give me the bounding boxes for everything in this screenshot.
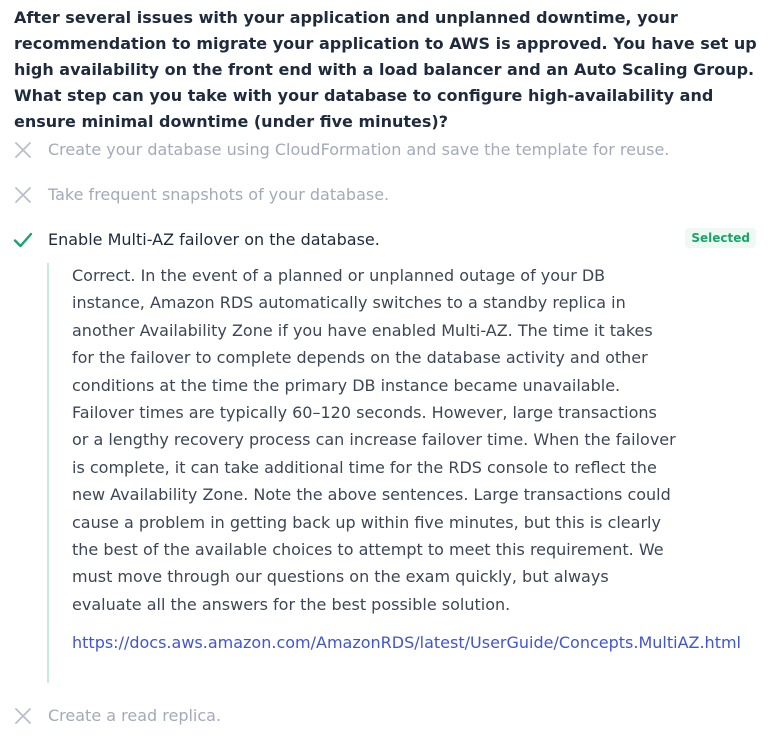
selected-badge: Selected bbox=[685, 228, 756, 248]
answer-option-label: Create your database using CloudFormatio… bbox=[48, 140, 670, 159]
check-icon bbox=[13, 230, 33, 250]
question-text: After several issues with your applicati… bbox=[14, 8, 757, 131]
answer-option-label: Enable Multi-AZ failover on the database… bbox=[48, 230, 380, 249]
explanation-text: Correct. In the event of a planned or un… bbox=[72, 266, 676, 614]
question-card: After several issues with your applicati… bbox=[0, 0, 768, 756]
x-icon bbox=[13, 140, 33, 160]
answer-option-1[interactable]: Create your database using CloudFormatio… bbox=[0, 136, 768, 164]
x-icon bbox=[13, 185, 33, 205]
answer-option-3[interactable]: Enable Multi-AZ failover on the database… bbox=[0, 226, 768, 254]
answer-option-2[interactable]: Take frequent snapshots of your database… bbox=[0, 181, 768, 209]
answer-explanation: Correct. In the event of a planned or un… bbox=[47, 263, 741, 683]
reference-link[interactable]: https://docs.aws.amazon.com/AmazonRDS/la… bbox=[72, 629, 741, 657]
answer-option-label: Take frequent snapshots of your database… bbox=[48, 185, 390, 204]
answer-option-4[interactable]: Create a read replica. bbox=[0, 702, 768, 730]
x-icon bbox=[13, 706, 33, 726]
answer-option-label: Create a read replica. bbox=[48, 706, 222, 725]
